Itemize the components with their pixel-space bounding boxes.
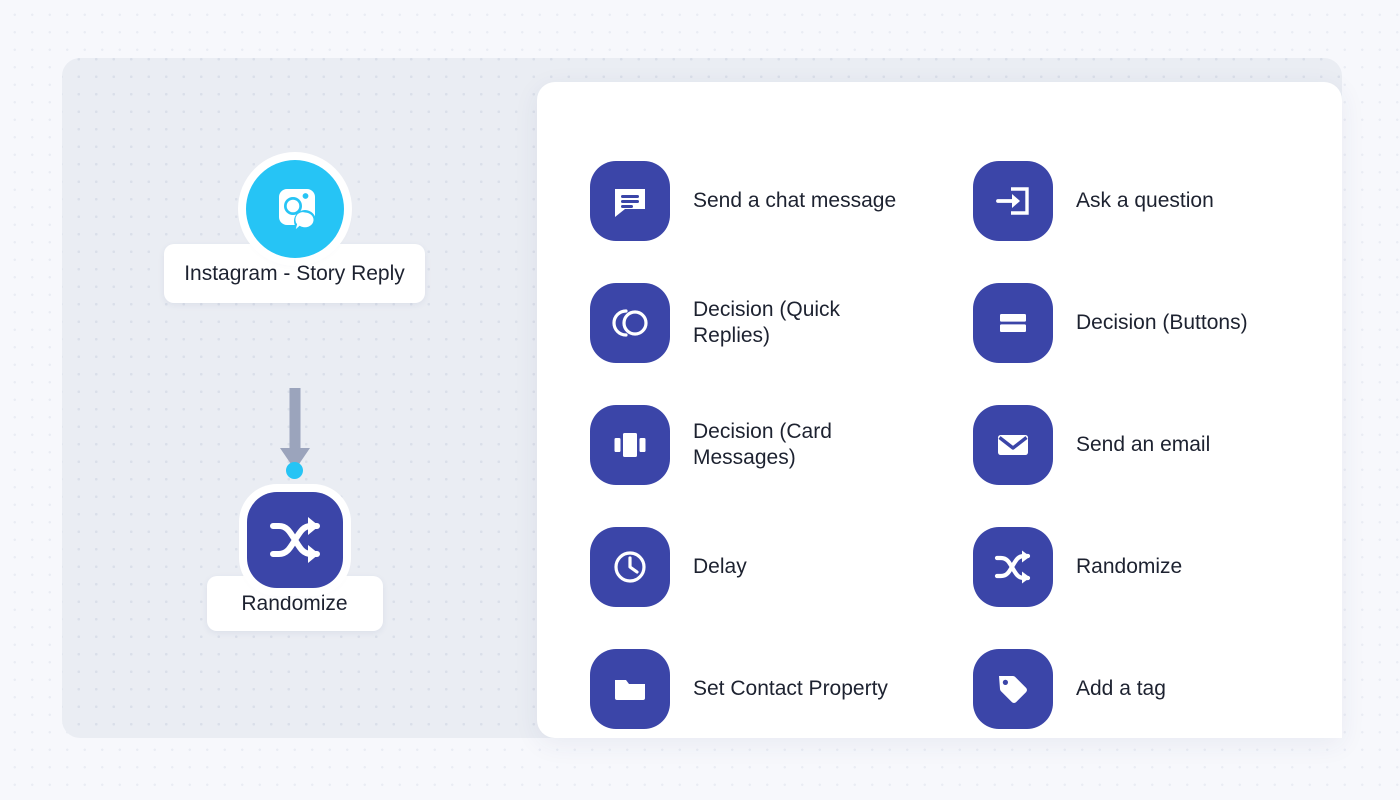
menu-item-label: Add a tag (1076, 677, 1166, 700)
folder-icon (590, 649, 670, 729)
menu-item-label: Randomize (1076, 555, 1183, 578)
menu-item-decision-buttons[interactable]: Decision (Buttons) (973, 262, 1322, 384)
arrow-into-box-icon (973, 161, 1053, 241)
flow-node-action[interactable]: Randomize (164, 492, 425, 631)
menu-item-label: Ask a question (1076, 189, 1214, 212)
carousel-cards-icon (590, 405, 670, 485)
menu-item-send-a-chat-message[interactable]: Send a chat message (590, 140, 973, 262)
menu-item-label: Decision (Card Messages) (693, 420, 832, 469)
chat-bubble-lines-icon (590, 161, 670, 241)
shuffle-icon (246, 492, 343, 588)
menu-item-label: Send an email (1076, 433, 1211, 456)
connector-dot-icon[interactable] (286, 462, 303, 479)
menu-item-label: Set Contact Property (693, 677, 888, 700)
menu-item-ask-a-question[interactable]: Ask a question (973, 140, 1322, 262)
action-picker-panel: Send a chat message Ask a question Decis… (537, 82, 1342, 738)
envelope-icon (973, 405, 1053, 485)
menu-item-decision-quick-replies[interactable]: Decision (Quick Replies) (590, 262, 973, 384)
menu-item-label: Delay (693, 555, 747, 578)
menu-item-decision-card-messages[interactable]: Decision (Card Messages) (590, 384, 973, 506)
shuffle-icon (973, 527, 1053, 607)
instagram-camera-chat-icon (245, 160, 344, 258)
two-bars-icon (973, 283, 1053, 363)
menu-item-send-an-email[interactable]: Send an email (973, 384, 1322, 506)
menu-item-label: Decision (Quick Replies) (693, 298, 841, 347)
menu-item-randomize[interactable]: Randomize (973, 506, 1322, 628)
menu-item-set-contact-property[interactable]: Set Contact Property (590, 628, 973, 738)
clock-icon (590, 527, 670, 607)
tag-icon (973, 649, 1053, 729)
arc-circle-icon (590, 283, 670, 363)
menu-item-delay[interactable]: Delay (590, 506, 973, 628)
menu-item-label: Send a chat message (693, 189, 897, 212)
menu-item-label: Decision (Buttons) (1076, 311, 1248, 334)
action-picker-grid: Send a chat message Ask a question Decis… (590, 140, 1322, 738)
flow-node-trigger[interactable]: Instagram - Story Reply (164, 160, 425, 303)
menu-item-add-a-tag[interactable]: Add a tag (973, 628, 1322, 738)
